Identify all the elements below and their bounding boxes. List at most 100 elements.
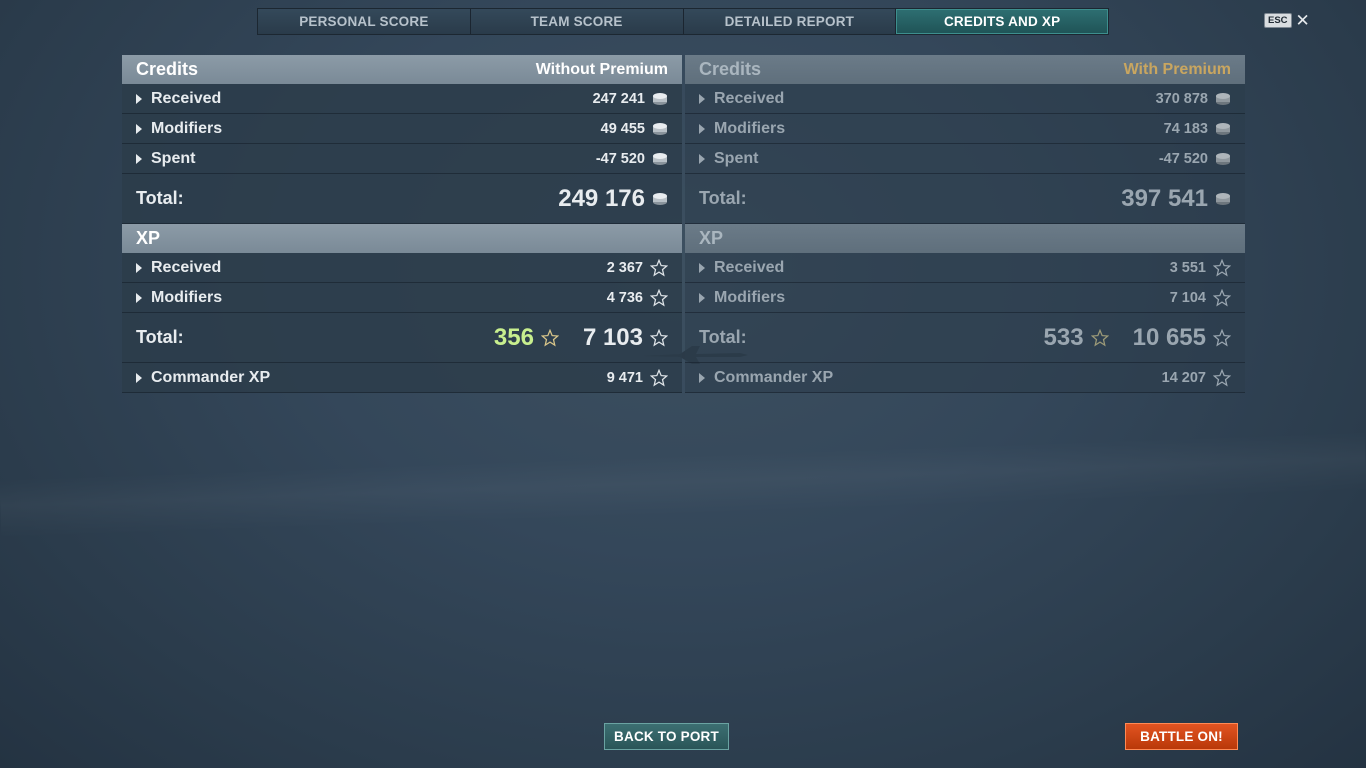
xp-modifiers-row[interactable]: Modifiers 4 736 [122,283,682,313]
coin-stack-icon [653,92,667,105]
caret-right-icon[interactable] [699,262,705,273]
row-label: Commander XP [714,368,834,386]
caret-right-icon[interactable] [136,123,142,134]
row-value: -47 520 [595,150,645,167]
star-icon [650,328,668,346]
xp-header: XP [685,224,1245,253]
caret-right-icon[interactable] [699,153,705,164]
row-label: Spent [714,149,759,167]
caret-right-icon[interactable] [699,372,705,383]
row-label: Commander XP [151,368,271,386]
credits-modifiers-row[interactable]: Modifiers 74 183 [685,114,1245,144]
total-label: Total: [699,327,747,347]
caret-right-icon[interactable] [699,123,705,134]
caret-right-icon[interactable] [136,153,142,164]
xp-total-row: Total: 533 10 655 [685,313,1245,363]
row-label: Received [151,258,222,276]
back-to-port-button[interactable]: BACK TO PORT [604,723,729,750]
xp-received-row[interactable]: Received 3 551 [685,253,1245,283]
total-label: Total: [136,327,184,347]
coin-stack-icon [1216,92,1230,105]
credits-header: Credits With Premium [685,55,1245,84]
coin-stack-icon [1216,192,1230,205]
commander-xp-row[interactable]: Commander XP 9 471 [122,363,682,393]
xp-modifiers-row[interactable]: Modifiers 7 104 [685,283,1245,313]
coin-stack-icon [1216,152,1230,165]
row-value: 14 207 [1161,369,1206,386]
credits-total-row: Total: 249 176 [122,174,682,224]
credits-title: Credits [136,59,199,79]
row-label: Modifiers [714,119,786,137]
star-icon [650,288,668,306]
with-premium-label: With Premium [1123,60,1231,78]
row-value: 74 183 [1163,120,1208,137]
caret-right-icon[interactable] [136,372,142,383]
background-horizon [0,431,1366,539]
row-label: Received [714,258,785,276]
credits-received-row[interactable]: Received 370 878 [685,84,1245,114]
credits-modifiers-row[interactable]: Modifiers 49 455 [122,114,682,144]
commander-xp-row[interactable]: Commander XP 14 207 [685,363,1245,393]
credits-spent-row[interactable]: Spent -47 520 [122,144,682,174]
xp-header: XP [122,224,682,253]
row-label: Modifiers [714,288,786,306]
xp-total-row: Total: 356 7 103 [122,313,682,363]
caret-right-icon[interactable] [699,93,705,104]
star-icon [540,328,559,346]
xp-total-value: 10 655 [1132,323,1206,351]
battle-on-button[interactable]: BATTLE ON! [1125,723,1238,750]
xp-bonus-value: 356 [493,323,534,351]
row-value: 370 878 [1155,90,1208,107]
tab-credits-and-xp[interactable]: CREDITS AND XP [896,9,1108,34]
caret-right-icon[interactable] [699,292,705,303]
total-label: Total: [699,188,747,208]
close-icon[interactable]: ✕ [1296,12,1310,29]
xp-received-row[interactable]: Received 2 367 [122,253,682,283]
caret-right-icon[interactable] [136,292,142,303]
row-value: 4 736 [606,289,643,306]
caret-right-icon[interactable] [136,262,142,273]
star-icon [650,368,668,386]
star-icon [1213,288,1231,306]
row-value: 9 471 [606,369,643,386]
coin-stack-icon [653,122,667,135]
row-label: Received [714,89,785,107]
coin-stack-icon [653,192,667,205]
without-premium-panel: Credits Without Premium Received 247 241… [122,55,682,393]
row-value: 2 367 [606,259,643,276]
with-premium-panel: Credits With Premium Received 370 878 Mo… [685,55,1245,393]
caret-right-icon[interactable] [136,93,142,104]
tab-detailed-report[interactable]: DETAILED REPORT [683,9,897,34]
credits-total-row: Total: 397 541 [685,174,1245,224]
esc-close-control[interactable]: ESC ✕ [1264,12,1310,29]
row-value: -47 520 [1158,150,1208,167]
star-icon [1213,328,1231,346]
credits-title: Credits [699,59,762,79]
without-premium-label: Without Premium [535,60,668,78]
credits-header: Credits Without Premium [122,55,682,84]
row-label: Modifiers [151,288,223,306]
row-value: 7 104 [1169,289,1206,306]
row-value: 49 455 [600,120,645,137]
credits-received-row[interactable]: Received 247 241 [122,84,682,114]
xp-title: XP [136,228,161,248]
tab-personal-score[interactable]: PERSONAL SCORE [258,9,471,34]
xp-total-value: 7 103 [582,323,643,351]
xp-title: XP [699,228,724,248]
tab-bar: PERSONAL SCORE TEAM SCORE DETAILED REPOR… [257,8,1109,35]
credits-spent-row[interactable]: Spent -47 520 [685,144,1245,174]
row-value: 247 241 [592,90,645,107]
tab-team-score[interactable]: TEAM SCORE [470,9,684,34]
credits-total-value: 397 541 [1121,184,1208,212]
star-icon [650,258,668,276]
star-icon [1213,368,1231,386]
xp-bonus-value: 533 [1043,323,1084,351]
star-icon [1213,258,1231,276]
credits-total-value: 249 176 [558,184,645,212]
star-icon [1090,328,1109,346]
coin-stack-icon [1216,122,1230,135]
total-label: Total: [136,188,184,208]
row-value: 3 551 [1169,259,1206,276]
coin-stack-icon [653,152,667,165]
row-label: Modifiers [151,119,223,137]
